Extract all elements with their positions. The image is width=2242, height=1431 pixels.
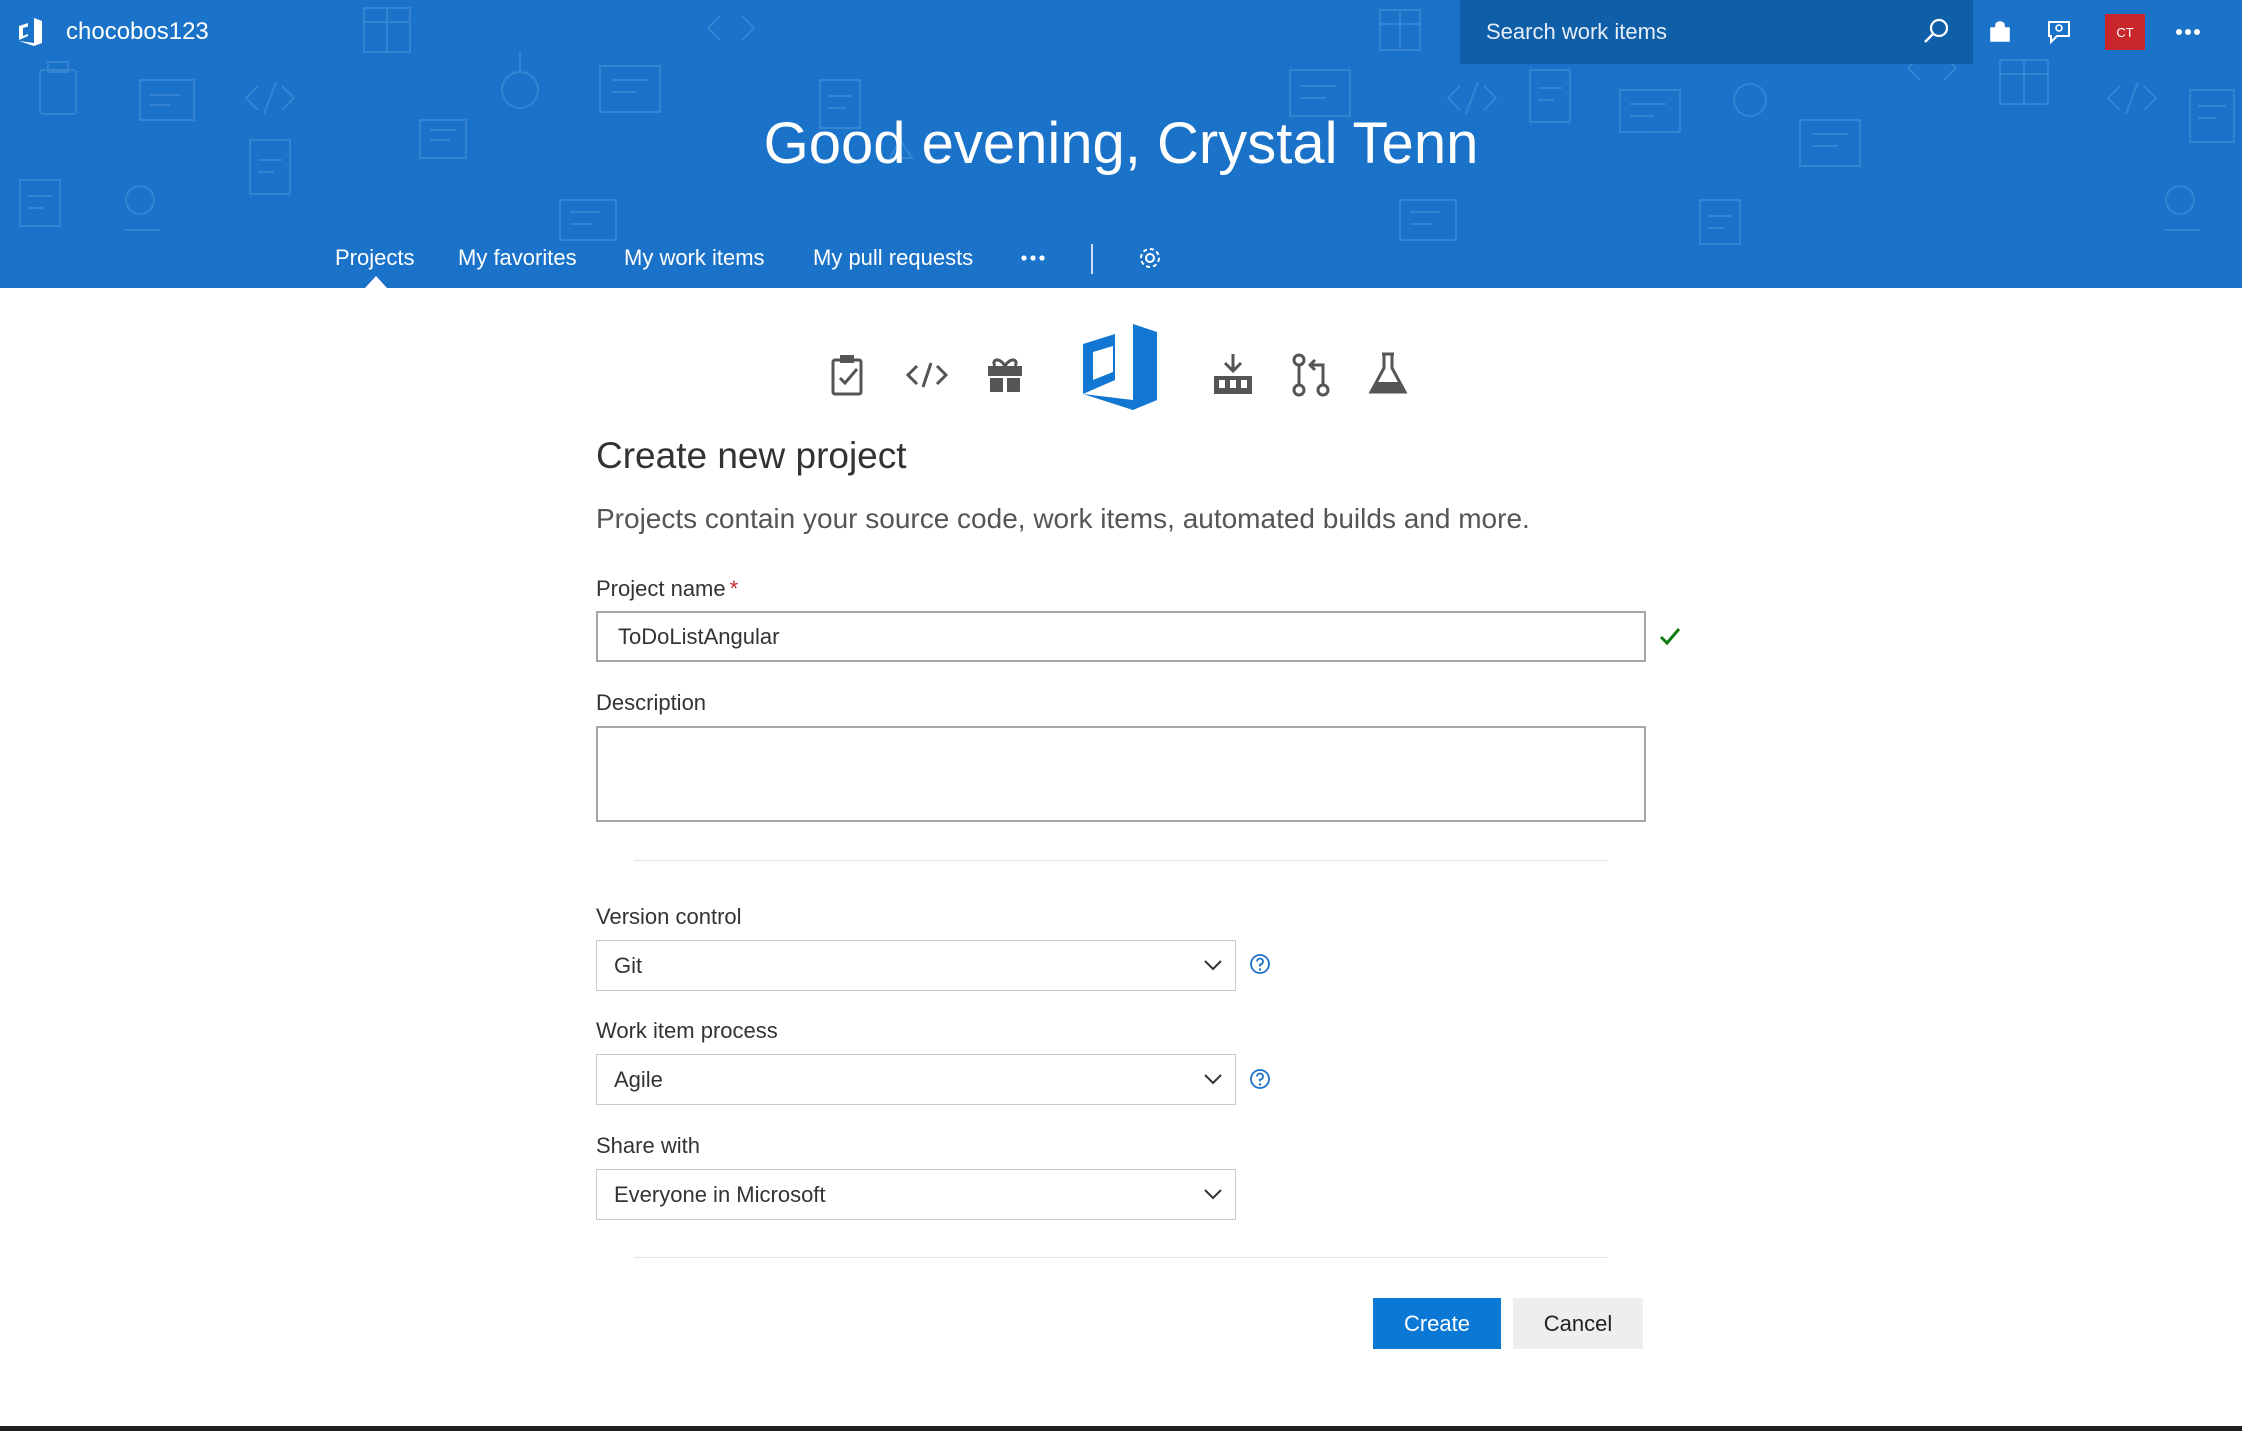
work-item-process-value: Agile xyxy=(614,1066,663,1092)
nav-tab-my-favorites[interactable]: My favorites xyxy=(458,240,577,276)
account-home-link[interactable]: chocobos123 xyxy=(14,16,209,48)
nav-tab-my-work-items[interactable]: My work items xyxy=(624,240,765,276)
share-with-value: Everyone in Microsoft xyxy=(614,1181,826,1207)
nav-divider xyxy=(1091,244,1093,274)
work-item-process-select[interactable]: Agile xyxy=(596,1054,1236,1105)
pull-request-icon xyxy=(1292,353,1330,397)
project-name-input[interactable]: ToDoListAngular xyxy=(596,611,1646,662)
chevron-down-icon xyxy=(1204,960,1222,971)
nav-tab-my-pull-requests[interactable]: My pull requests xyxy=(813,240,973,276)
cancel-button[interactable]: Cancel xyxy=(1513,1298,1643,1349)
page-title: Create new project xyxy=(596,435,907,476)
nav-more-icon[interactable] xyxy=(1020,240,1046,287)
version-control-select[interactable]: Git xyxy=(596,940,1236,991)
code-icon xyxy=(905,362,949,388)
account-name: chocobos123 xyxy=(66,18,209,45)
section-divider xyxy=(634,1257,1608,1258)
share-with-select[interactable]: Everyone in Microsoft xyxy=(596,1169,1236,1220)
greeting-heading: Good evening, Crystal Tenn xyxy=(763,111,1479,176)
page-subtitle: Projects contain your source code, work … xyxy=(596,503,1530,534)
top-bar: chocobos123 Search work items CT xyxy=(0,0,2242,64)
description-textarea[interactable] xyxy=(596,726,1646,822)
marketplace-bag-icon[interactable] xyxy=(1984,16,2016,48)
valid-check-icon xyxy=(1659,628,1681,646)
project-name-label: Project name * xyxy=(596,576,738,602)
artifacts-gift-icon xyxy=(988,358,1022,392)
nav-tab-projects[interactable]: Projects xyxy=(335,240,414,276)
chevron-down-icon xyxy=(1204,1074,1222,1085)
share-with-label: Share with xyxy=(596,1133,700,1158)
more-options-icon[interactable] xyxy=(2172,16,2204,48)
project-name-label-text: Project name xyxy=(596,576,726,601)
feedback-icon[interactable] xyxy=(2043,16,2075,48)
work-item-process-label: Work item process xyxy=(596,1018,778,1043)
search-input[interactable]: Search work items xyxy=(1486,19,1919,45)
build-icon xyxy=(1214,354,1252,394)
create-button[interactable]: Create xyxy=(1373,1298,1501,1349)
help-icon[interactable] xyxy=(1249,1068,1271,1090)
boards-icon xyxy=(831,355,863,396)
active-tab-indicator xyxy=(365,276,387,288)
hub-nav: Projects My favorites My work items My p… xyxy=(0,240,2242,280)
version-control-value: Git xyxy=(614,952,643,978)
header-banner: chocobos123 Search work items CT Good ev… xyxy=(0,0,2242,288)
search-icon[interactable] xyxy=(1919,15,1953,49)
vsts-small-logo-icon xyxy=(19,18,42,46)
version-control-label: Version control xyxy=(596,904,742,929)
user-avatar[interactable]: CT xyxy=(2105,14,2145,50)
gear-icon[interactable] xyxy=(1136,240,1164,287)
section-divider xyxy=(634,860,1608,861)
project-name-value: ToDoListAngular xyxy=(618,623,780,649)
window-bottom-edge xyxy=(0,1426,2242,1431)
test-flask-icon xyxy=(1368,352,1408,394)
vsts-logo xyxy=(1083,324,1157,410)
required-marker: * xyxy=(729,576,739,601)
help-icon[interactable] xyxy=(1249,953,1271,975)
description-label: Description xyxy=(596,690,707,715)
chevron-down-icon xyxy=(1204,1189,1222,1200)
search-box[interactable]: Search work items xyxy=(1460,0,1973,64)
